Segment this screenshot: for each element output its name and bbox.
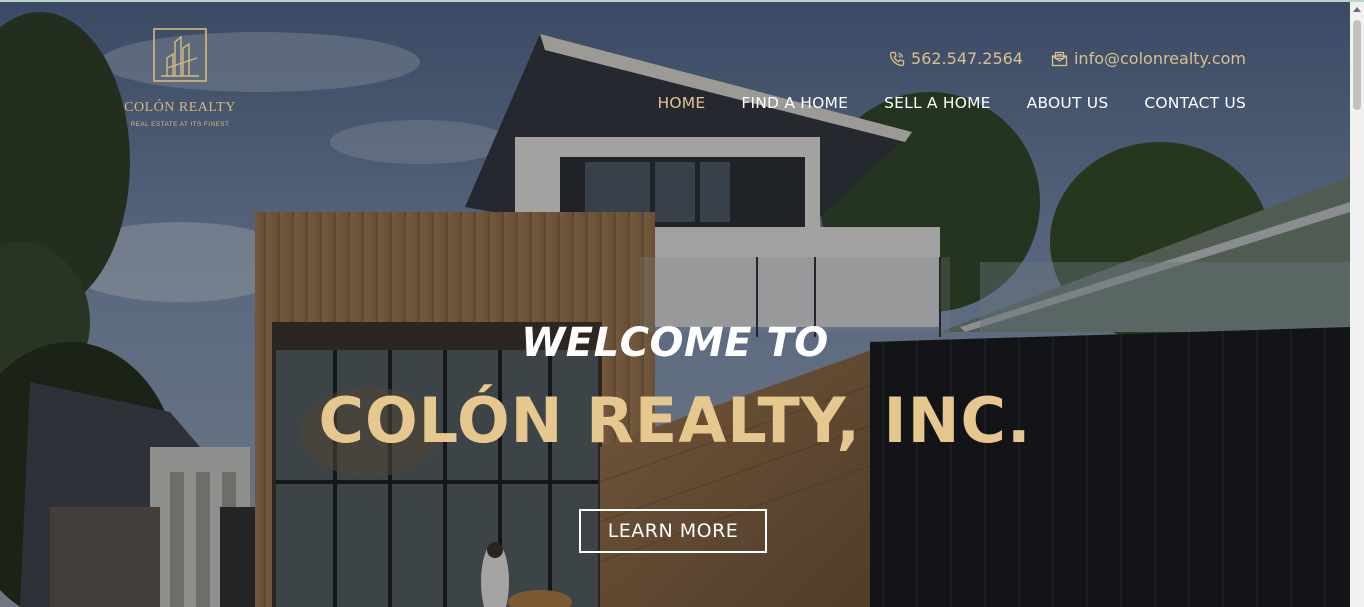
phone-icon <box>889 51 905 66</box>
nav-home[interactable]: HOME <box>658 94 706 112</box>
logo-brand-name: COLÓN REALTY <box>124 100 236 115</box>
nav-contact-us[interactable]: CONTACT US <box>1144 94 1246 112</box>
site-logo[interactable]: COLÓN REALTY REAL ESTATE AT ITS FINEST <box>124 28 236 136</box>
header-contact: 562.547.2564 info@colonrealty.com <box>889 49 1246 68</box>
page-scrollbar[interactable] <box>1350 2 1364 607</box>
logo-tagline: REAL ESTATE AT ITS FINEST <box>130 121 230 128</box>
email-link[interactable]: info@colonrealty.com <box>1051 49 1246 68</box>
phone-link[interactable]: 562.547.2564 <box>889 49 1023 68</box>
nav-about-us[interactable]: ABOUT US <box>1027 94 1109 112</box>
email-address: info@colonrealty.com <box>1073 49 1246 68</box>
scroll-up-arrow-icon[interactable] <box>1353 7 1361 12</box>
main-nav: HOME FIND A HOME SELL A HOME ABOUT US CO… <box>658 94 1246 112</box>
scrollbar-thumb[interactable] <box>1353 20 1361 110</box>
learn-more-button[interactable]: LEARN MORE <box>579 509 767 553</box>
hero-section: COLÓN REALTY REAL ESTATE AT ITS FINEST 5… <box>0 2 1350 607</box>
hero-brand-heading: COLÓN REALTY, INC. <box>318 384 1032 457</box>
hero-welcome-heading: WELCOME TO <box>521 320 829 366</box>
nav-find-a-home[interactable]: FIND A HOME <box>741 94 848 112</box>
email-icon <box>1051 51 1068 66</box>
phone-number: 562.547.2564 <box>911 49 1023 68</box>
building-logo-icon <box>153 28 207 82</box>
nav-sell-a-home[interactable]: SELL A HOME <box>884 94 991 112</box>
